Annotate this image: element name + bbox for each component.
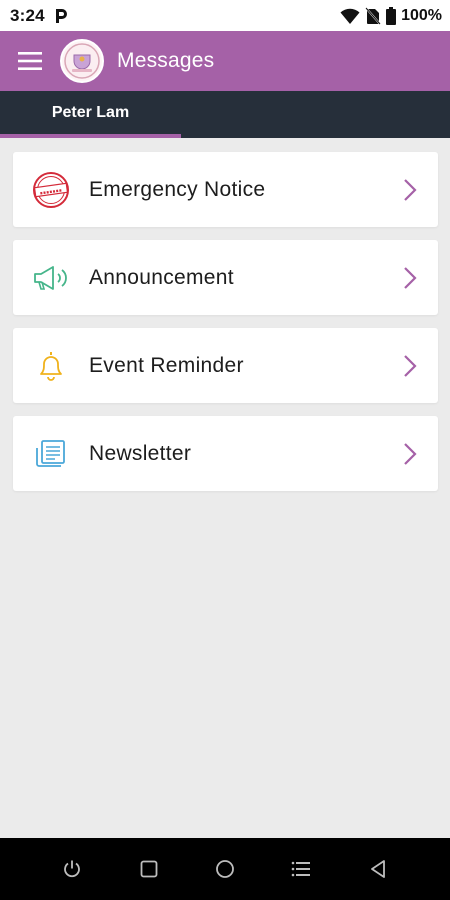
app-bar: Messages bbox=[0, 31, 450, 91]
chevron-right-icon bbox=[382, 328, 438, 403]
app-title: Messages bbox=[117, 49, 215, 72]
menu-list-button[interactable] bbox=[281, 849, 321, 889]
tab-peter-lam[interactable]: Peter Lam bbox=[0, 91, 181, 138]
home-icon bbox=[216, 860, 234, 878]
system-nav-bar bbox=[0, 838, 450, 900]
list-item-emergency-notice[interactable]: Emergency Notice bbox=[13, 152, 438, 227]
tab-bar: Peter Lam bbox=[0, 91, 450, 138]
list-item-announcement[interactable]: Announcement bbox=[13, 240, 438, 315]
home-button[interactable] bbox=[205, 849, 245, 889]
status-icons: 100% bbox=[340, 6, 442, 25]
chevron-right-icon bbox=[382, 416, 438, 491]
school-logo bbox=[60, 39, 104, 83]
back-button[interactable] bbox=[358, 849, 398, 889]
tab-selected-indicator bbox=[0, 134, 181, 138]
menu-button[interactable] bbox=[0, 31, 60, 91]
list-item-label: Announcement bbox=[89, 265, 234, 289]
list-item-label: Event Reminder bbox=[89, 353, 244, 377]
status-time: 3:24 bbox=[10, 5, 45, 25]
list-item-newsletter[interactable]: Newsletter bbox=[13, 416, 438, 491]
megaphone-icon bbox=[13, 240, 89, 315]
battery-percentage: 100% bbox=[401, 6, 442, 24]
back-icon bbox=[370, 860, 385, 878]
urgent-stamp-icon bbox=[13, 152, 89, 227]
power-button[interactable] bbox=[52, 849, 92, 889]
list-item-label: Emergency Notice bbox=[89, 177, 266, 201]
menu-icon bbox=[18, 52, 42, 70]
chevron-right-icon bbox=[382, 240, 438, 315]
wifi-icon bbox=[340, 8, 360, 24]
recents-icon bbox=[140, 860, 157, 878]
message-category-list: Emergency Notice Announcement Event Remi… bbox=[13, 152, 438, 504]
chevron-right-icon bbox=[382, 152, 438, 227]
battery-icon bbox=[386, 6, 397, 25]
no-sim-icon bbox=[365, 6, 381, 25]
power-icon bbox=[64, 860, 81, 878]
list-item-label: Newsletter bbox=[89, 441, 192, 465]
menu-list-icon bbox=[292, 861, 311, 877]
school-logo-emblem bbox=[64, 43, 100, 79]
p-icon bbox=[55, 8, 67, 23]
bell-icon bbox=[13, 328, 89, 403]
recents-button[interactable] bbox=[129, 849, 169, 889]
newspaper-icon bbox=[13, 416, 89, 491]
tab-label: Peter Lam bbox=[51, 103, 130, 121]
screen: 3:24 100% Messages Peter Lam Emergency N… bbox=[0, 0, 450, 900]
status-bar: 3:24 100% bbox=[0, 0, 450, 31]
list-item-event-reminder[interactable]: Event Reminder bbox=[13, 328, 438, 403]
